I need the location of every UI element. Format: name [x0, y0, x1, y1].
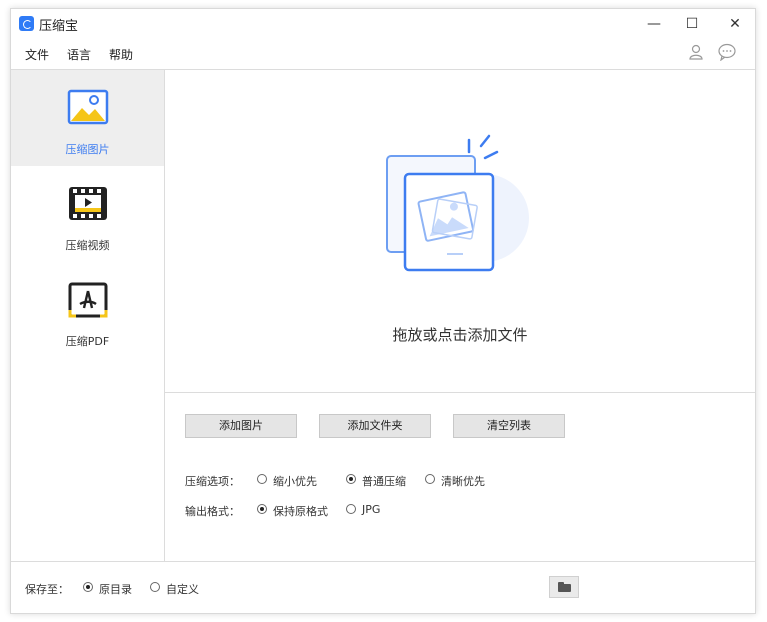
compress-option-clarity-radio[interactable]: [425, 474, 435, 484]
sidebar-item-label: 压缩视频: [65, 239, 110, 252]
format-keep-original-radio[interactable]: [257, 504, 267, 514]
options-panel: 添加图片 添加文件夹 清空列表 压缩选项： 缩小优先 普通压缩 清晰优先 输出格…: [165, 393, 755, 561]
compress-option-label: 缩小优先: [273, 475, 317, 488]
compress-option-smallest-radio[interactable]: [257, 474, 267, 484]
sidebar-item-compress-pdf[interactable]: 压缩PDF: [11, 262, 164, 358]
pdf-icon: [68, 282, 108, 318]
compress-option-label: 清晰优先: [441, 475, 485, 488]
sidebar-item-label: 压缩PDF: [65, 335, 110, 348]
app-window: 压缩宝 — ☐ ✕ 文件 语言 帮助 压缩图片 压缩视频 压缩PDF 拖放或点击…: [10, 8, 756, 614]
sidebar: 压缩图片 压缩视频 压缩PDF: [11, 69, 165, 561]
sidebar-item-compress-video[interactable]: 压缩视频: [11, 166, 164, 262]
add-image-button[interactable]: 添加图片: [185, 414, 297, 438]
film-icon: [69, 187, 107, 220]
compress-options-label: 压缩选项：: [185, 475, 240, 488]
maximize-button[interactable]: ☐: [681, 13, 703, 35]
compress-option-normal-radio[interactable]: [346, 474, 356, 484]
sidebar-item-label: 压缩图片: [65, 143, 110, 156]
app-logo-icon: [19, 16, 34, 31]
clear-list-button[interactable]: 清空列表: [453, 414, 565, 438]
title-bar: 压缩宝 — ☐ ✕: [11, 9, 755, 39]
format-jpg-radio[interactable]: [346, 504, 356, 514]
menu-language[interactable]: 语言: [67, 46, 91, 63]
menu-file[interactable]: 文件: [25, 46, 49, 63]
minimize-button[interactable]: —: [643, 13, 665, 35]
save-option-label: 原目录: [99, 583, 132, 596]
save-custom-radio[interactable]: [150, 582, 160, 592]
add-folder-button[interactable]: 添加文件夹: [319, 414, 431, 438]
app-title: 压缩宝: [39, 19, 79, 34]
chat-bubble-icon[interactable]: [717, 43, 737, 63]
menu-bar: 文件 语言 帮助: [11, 39, 755, 69]
image-icon: [67, 89, 109, 125]
image-stack-icon: [386, 134, 529, 272]
drop-zone[interactable]: 拖放或点击添加文件: [165, 69, 755, 393]
output-format-label: 输出格式：: [185, 505, 240, 518]
format-option-label: JPG: [362, 503, 381, 516]
footer-bar: 保存至： 原目录 自定义: [11, 561, 755, 613]
user-icon[interactable]: [686, 43, 706, 63]
folder-icon[interactable]: [549, 576, 579, 598]
save-option-label: 自定义: [166, 583, 199, 596]
save-original-dir-radio[interactable]: [83, 582, 93, 592]
format-option-label: 保持原格式: [273, 505, 328, 518]
sidebar-item-compress-image[interactable]: 压缩图片: [11, 70, 164, 166]
drop-zone-hint: 拖放或点击添加文件: [392, 326, 528, 344]
save-to-label: 保存至：: [25, 583, 69, 596]
close-button[interactable]: ✕: [724, 13, 746, 35]
menu-help[interactable]: 帮助: [109, 46, 133, 63]
compress-option-label: 普通压缩: [362, 475, 406, 488]
